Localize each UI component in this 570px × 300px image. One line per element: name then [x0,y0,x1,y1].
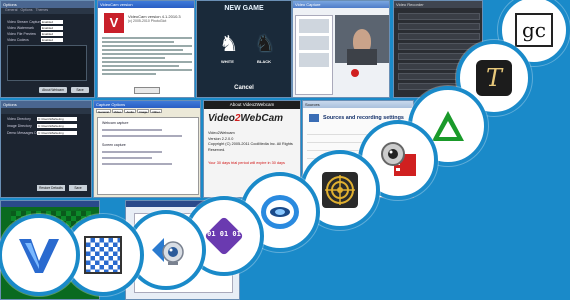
copyright-text: (c) 2005-2010 PhotoGlot [128,19,167,23]
option-row: Video Stream Capture Enabled [7,19,94,24]
field-label: Screen capture [102,143,126,147]
option-select[interactable]: Enabled [41,37,63,42]
option-select[interactable]: Enabled [41,25,63,30]
chess-new-game-screenshot: NEW GAME ♞ ♞ WHITE BLACK Cancel [196,0,292,98]
tab-other[interactable]: Other [150,109,162,114]
camera-preview [335,15,389,65]
list-item[interactable] [398,23,480,30]
option-select[interactable]: Enabled [41,31,63,36]
record-button[interactable] [351,69,359,77]
save-button[interactable]: Save [71,87,89,93]
tab-general[interactable]: General [96,109,111,114]
window-title: Options [1,1,94,8]
option-label: Video Codecs [7,37,29,42]
ok-button[interactable] [134,87,160,94]
directory-field[interactable]: C:\Users\Marketing [37,116,77,121]
text-t-icon: T [476,60,512,96]
option-label: Video Stream Capture [7,19,42,24]
target-scope-icon [322,172,358,208]
checkmark-v-icon [19,239,59,273]
option-label: Demo Messages Directory [7,130,49,135]
app-logo: V [104,13,124,33]
window-title: Video Capture [293,1,389,8]
capture-options-screenshot: Capture Options General Video Audio Imag… [93,100,201,198]
list-item[interactable] [398,13,480,20]
tab-general[interactable]: General [5,8,17,14]
options-panel: Webcam capture Screen capture [97,117,199,195]
thumbnail-sidebar [295,15,333,95]
white-label: WHITE [221,59,234,64]
options-directories-screenshot: Options Video Directory C:\Users\Marketin… [0,100,92,198]
about-webcam-button[interactable]: About Webcam [39,87,67,93]
checkmark-app-circle[interactable] [0,214,80,296]
chessboard-icon [84,236,122,274]
option-row: Video Watermark Enabled [7,25,94,30]
options-window-screenshot: Options General Options Themes Video Str… [0,0,95,98]
restore-defaults-button[interactable]: Restore Defaults [37,185,65,191]
black-knight-icon[interactable]: ♞ [255,31,275,57]
binary-diamond-icon: 01 01 01 [204,216,244,256]
cancel-button[interactable]: Cancel [197,85,291,91]
tab-video[interactable]: Video [111,109,124,114]
save-button[interactable]: Save [69,185,87,191]
option-row: Video File Preview Enabled [7,31,94,36]
tab-image[interactable]: Image [137,109,150,114]
new-game-title: NEW GAME [224,5,264,12]
option-select[interactable]: Enabled [41,19,63,24]
option-row: Image Directory C:\Users\Marketing [7,123,91,128]
webcam-film-icon [381,142,416,176]
list-item[interactable] [398,33,480,40]
option-label: Video Directory [7,116,31,121]
window-title: Video Recorder [394,1,482,8]
window-title: VideoCam version [98,1,194,8]
product-info: Video2Webcam Version 2.2.0.0 Copyright (… [208,131,298,153]
option-row: Video Codecs Enabled [7,37,94,42]
directory-field[interactable]: C:\Users\Marketing [37,130,77,135]
option-label: Video File Preview [7,31,36,36]
license-text-block [102,37,192,77]
field-label: Webcam capture [102,121,129,125]
option-label: Image Directory [7,123,32,128]
gc-icon: gc [515,13,553,47]
video2webcam-logo: Video2WebCam [208,113,284,124]
monitor-icon [309,114,319,122]
about-dialog-screenshot: VideoCam version V VideoCam version 4.1.… [97,0,195,98]
white-knight-icon[interactable]: ♞ [219,31,239,57]
webcam-app-screenshot: Video Capture [292,0,390,98]
option-row: Demo Messages Directory C:\Users\Marketin… [7,130,91,135]
options-list-box[interactable] [7,45,87,81]
black-label: BLACK [257,59,271,64]
tab-themes[interactable]: Themes [36,8,49,14]
copyright-text: Copyright (C) 2005-2011 CoolMedia Inc. A… [208,142,293,152]
option-row: Video Directory C:\Users\Marketing [7,116,91,121]
window-title: Capture Options [94,101,200,108]
tab-audio[interactable]: Audio [124,109,136,114]
option-label: Video Watermark [7,25,34,30]
tab-strip: General Video Audio Image Other [94,108,200,114]
green-triangle-icon [432,111,464,141]
window-title: Sources [303,101,413,108]
trial-warning: Your 30 days trial period will expire in… [208,161,285,165]
window-title: Options [1,101,91,108]
tab-options[interactable]: Options [20,8,32,14]
window-title: About Video2Webcam [204,101,300,109]
blue-ring-icon [261,195,299,229]
directory-field[interactable]: C:\Users\Marketing [37,123,77,128]
webcam-arrow-icon [152,238,184,265]
